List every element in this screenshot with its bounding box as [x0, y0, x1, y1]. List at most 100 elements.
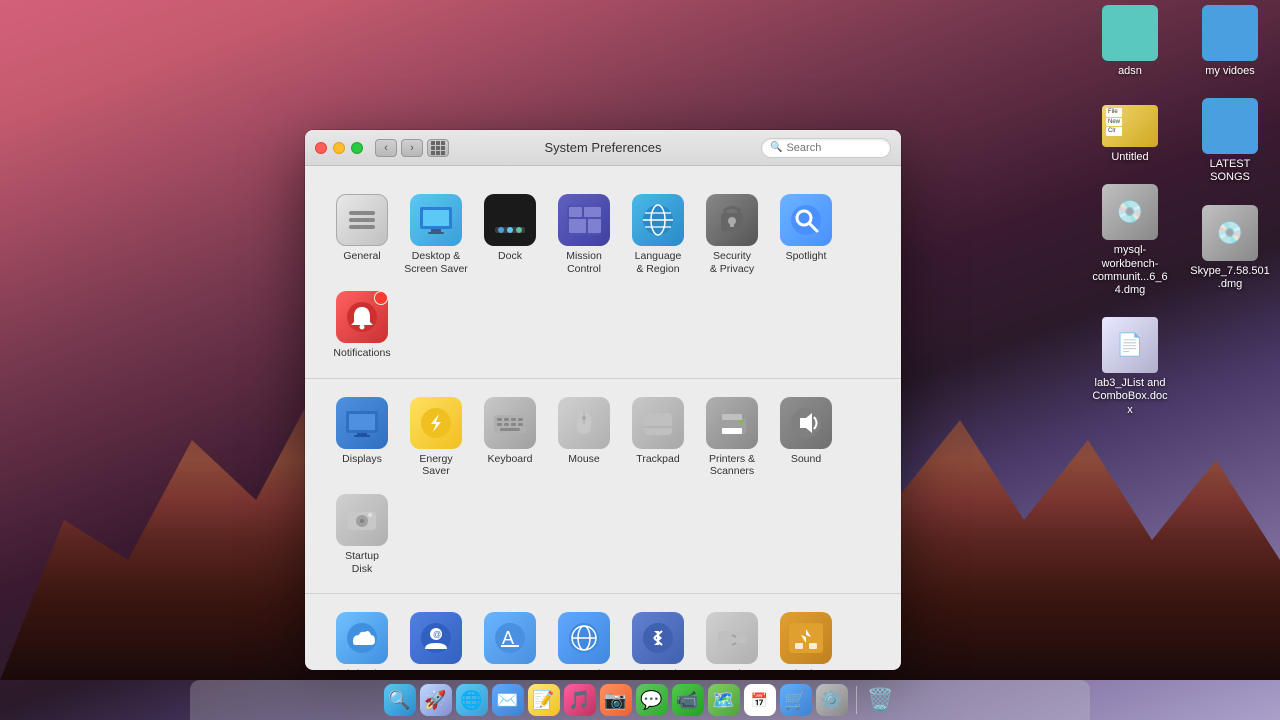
spotlight-icon [780, 194, 832, 246]
desktop-icon-adsn[interactable]: adsn [1090, 5, 1170, 78]
desktop: adsn File New Clr Untitled 💿 mysql-workb… [0, 0, 1280, 720]
back-button[interactable]: ‹ [375, 139, 397, 157]
grid-view-button[interactable] [427, 139, 449, 157]
displays-label: Displays [342, 453, 382, 466]
dock-item-calendar[interactable]: 📅 [744, 684, 776, 716]
section-hardware: Displays EnergySaver Keyboard [305, 379, 901, 594]
pref-trackpad[interactable]: Trackpad [621, 389, 695, 486]
dock-item-notes[interactable]: 📝 [528, 684, 560, 716]
desktop-icon-pref [410, 194, 462, 246]
startup-disk-label: StartupDisk [345, 550, 379, 575]
minimize-button[interactable] [333, 142, 345, 154]
spotlight-label: Spotlight [786, 250, 827, 263]
pref-internet-accounts[interactable]: @ InternetAccounts [399, 604, 473, 670]
dock-item-facetime[interactable]: 📹 [672, 684, 704, 716]
printers-icon [706, 397, 758, 449]
icloud-label: iCloud [347, 668, 377, 670]
startup-disk-icon [336, 494, 388, 546]
dock-item-sysprefs[interactable]: ⚙️ [816, 684, 848, 716]
pref-printers-scanners[interactable]: Printers &Scanners [695, 389, 769, 486]
app-store-icon: A [484, 612, 536, 664]
language-icon [632, 194, 684, 246]
trackpad-label: Trackpad [636, 453, 679, 466]
pref-mission-control[interactable]: MissionControl [547, 186, 621, 283]
system-preferences-window: ‹ › System Preferences 🔍 [305, 130, 901, 670]
desktop-icon-skype[interactable]: 💿 Skype_7.58.501.dmg [1190, 205, 1270, 291]
energy-saver-icon [410, 397, 462, 449]
dock-item-messages[interactable]: 💬 [636, 684, 668, 716]
desktop-icon-untitled[interactable]: File New Clr Untitled [1090, 98, 1170, 164]
desktop-icon-latest-songs[interactable]: LATEST SONGS [1190, 98, 1270, 184]
pref-icloud[interactable]: iCloud [325, 604, 399, 670]
pref-network[interactable]: Network [547, 604, 621, 670]
close-button[interactable] [315, 142, 327, 154]
pref-energy-saver[interactable]: EnergySaver [399, 389, 473, 486]
pref-mouse[interactable]: Mouse [547, 389, 621, 486]
svg-text:@: @ [433, 630, 441, 639]
pref-sound[interactable]: Sound [769, 389, 843, 486]
printers-scanners-label: Printers &Scanners [709, 453, 755, 478]
dock-item-launchpad[interactable]: 🚀 [420, 684, 452, 716]
grid-icon [431, 141, 445, 155]
mission-control-label: MissionControl [566, 250, 602, 275]
sound-label: Sound [791, 453, 821, 466]
dock-item-trash[interactable]: 🗑️ [865, 684, 897, 716]
search-box[interactable]: 🔍 [761, 138, 891, 158]
pref-sharing[interactable]: Sharing [769, 604, 843, 670]
desktop-icon-lab3[interactable]: 📄 lab3_JList and ComboBox.docx [1090, 317, 1170, 417]
pref-spotlight[interactable]: Spotlight [769, 186, 843, 283]
pref-desktop-screensaver[interactable]: Desktop &Screen Saver [399, 186, 473, 283]
security-privacy-label: Security& Privacy [710, 250, 754, 275]
trackpad-icon [632, 397, 684, 449]
notifications-icon [336, 291, 388, 343]
search-icon: 🔍 [770, 142, 782, 153]
desktop-icon-myvideos[interactable]: my vidoes [1190, 5, 1270, 78]
network-label: Network [565, 668, 604, 670]
search-input[interactable] [786, 142, 882, 154]
general-label: General [343, 250, 380, 263]
extensions-label: Extensions [706, 668, 757, 670]
icloud-icon [336, 612, 388, 664]
dock-item-appstore[interactable]: 🛒 [780, 684, 812, 716]
dock-item-finder[interactable]: 🔍 [384, 684, 416, 716]
bluetooth-label: Bluetooth [636, 668, 680, 670]
internet-accounts-label: InternetAccounts [414, 668, 457, 670]
pref-general[interactable]: General [325, 186, 399, 283]
app-store-label: App Store [487, 668, 534, 670]
pref-notifications[interactable]: Notifications [325, 283, 399, 368]
desktop-screensaver-label: Desktop &Screen Saver [404, 250, 468, 275]
sharing-icon [780, 612, 832, 664]
dock-item-maps[interactable]: 🗺️ [708, 684, 740, 716]
network-icon [558, 612, 610, 664]
window-title: System Preferences [544, 140, 661, 155]
pref-startup-disk[interactable]: StartupDisk [325, 486, 399, 583]
security-icon [706, 194, 758, 246]
desktop-icons-area: adsn File New Clr Untitled 💿 mysql-workb… [1090, 5, 1270, 417]
pref-extensions[interactable]: Extensions [695, 604, 769, 670]
dock-item-mail[interactable]: ✉️ [492, 684, 524, 716]
pref-bluetooth[interactable]: Bluetooth [621, 604, 695, 670]
notifications-label: Notifications [333, 347, 390, 360]
dock-item-safari[interactable]: 🌐 [456, 684, 488, 716]
forward-button[interactable]: › [401, 139, 423, 157]
pref-language-region[interactable]: Language& Region [621, 186, 695, 283]
pref-dock[interactable]: Dock [473, 186, 547, 283]
nav-buttons: ‹ › [375, 139, 423, 157]
section-internet: iCloud @ InternetAccounts A App Store [305, 594, 901, 670]
window-titlebar: ‹ › System Preferences 🔍 [305, 130, 901, 166]
desktop-icon-mysql[interactable]: 💿 mysql-workbench-communit...6_64.dmg [1090, 184, 1170, 297]
pref-security-privacy[interactable]: Security& Privacy [695, 186, 769, 283]
dock-item-photos[interactable]: 📷 [600, 684, 632, 716]
pref-keyboard[interactable]: Keyboard [473, 389, 547, 486]
dock-item-music[interactable]: 🎵 [564, 684, 596, 716]
maximize-button[interactable] [351, 142, 363, 154]
extensions-icon [706, 612, 758, 664]
mouse-icon [558, 397, 610, 449]
general-icon [336, 194, 388, 246]
preferences-content: General Desktop &Screen Saver Dock [305, 166, 901, 670]
section-personal: General Desktop &Screen Saver Dock [305, 176, 901, 379]
pref-displays[interactable]: Displays [325, 389, 399, 486]
displays-icon [336, 397, 388, 449]
pref-app-store[interactable]: A App Store [473, 604, 547, 670]
dock: 🔍 🚀 🌐 ✉️ 📝 🎵 📷 💬 📹 🗺️ 📅 🛒 ⚙️ 🗑️ [190, 680, 1090, 720]
